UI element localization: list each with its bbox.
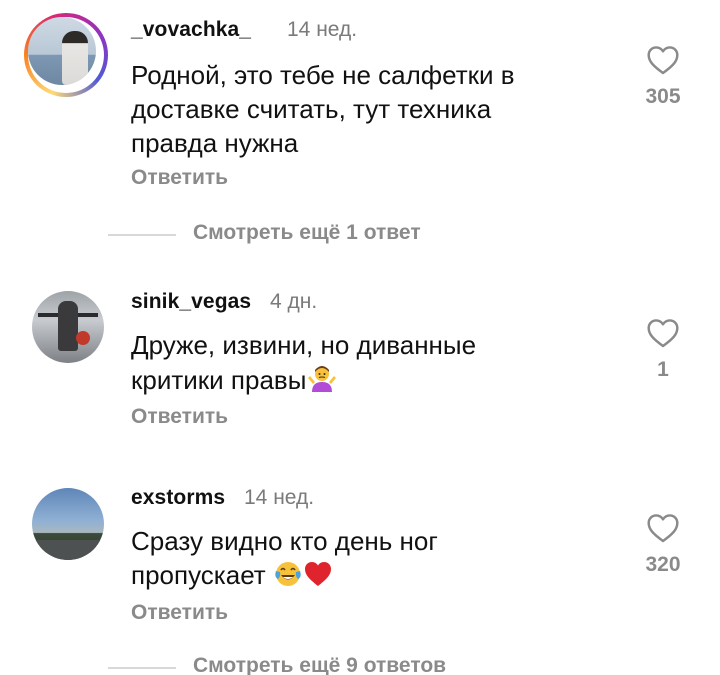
reply-button[interactable]: Ответить (131, 166, 228, 190)
red-heart-emoji (303, 559, 333, 597)
divider-line (108, 667, 176, 669)
divider-line (108, 234, 176, 236)
comments-panel: _vovachka_ 14 нед. Родной, это тебе не с… (0, 0, 720, 675)
heart-outline-icon (647, 514, 679, 543)
comment-text: Сразу видно кто день ног пропускает (131, 524, 438, 597)
avatar[interactable] (32, 488, 104, 560)
view-more-replies[interactable]: Смотреть ещё 1 ответ (108, 221, 508, 251)
like-button[interactable]: 1 (633, 318, 693, 382)
face-with-tears-of-joy-emoji (273, 559, 303, 597)
heart-outline-icon (647, 319, 679, 348)
person-shrugging-emoji (306, 362, 338, 402)
like-button[interactable]: 320 (633, 513, 693, 577)
like-count: 305 (645, 85, 681, 108)
comment-username[interactable]: _vovachka_ (131, 18, 251, 42)
comment-text: Друже, извини, но диванные критики правы (131, 328, 476, 402)
comment-text: Родной, это тебе не салфетки в доставке … (131, 60, 515, 158)
view-more-replies-label: Смотреть ещё 9 ответов (193, 654, 447, 675)
comment-username[interactable]: exstorms (131, 486, 225, 510)
view-more-replies-label: Смотреть ещё 1 ответ (193, 221, 421, 244)
like-count: 1 (657, 358, 669, 381)
like-button[interactable]: 305 (633, 45, 693, 109)
avatar[interactable] (32, 291, 104, 363)
like-count: 320 (645, 553, 681, 576)
reply-button[interactable]: Ответить (131, 405, 228, 429)
avatar[interactable] (24, 13, 108, 97)
comment-time: 14 нед. (244, 486, 315, 509)
comment-time: 14 нед. (287, 18, 358, 41)
reply-button[interactable]: Ответить (131, 601, 228, 625)
heart-outline-icon (647, 46, 679, 75)
comment-time: 4 дн. (270, 290, 318, 313)
view-more-replies[interactable]: Смотреть ещё 9 ответов (108, 654, 528, 675)
comment-username[interactable]: sinik_vegas (131, 290, 251, 314)
